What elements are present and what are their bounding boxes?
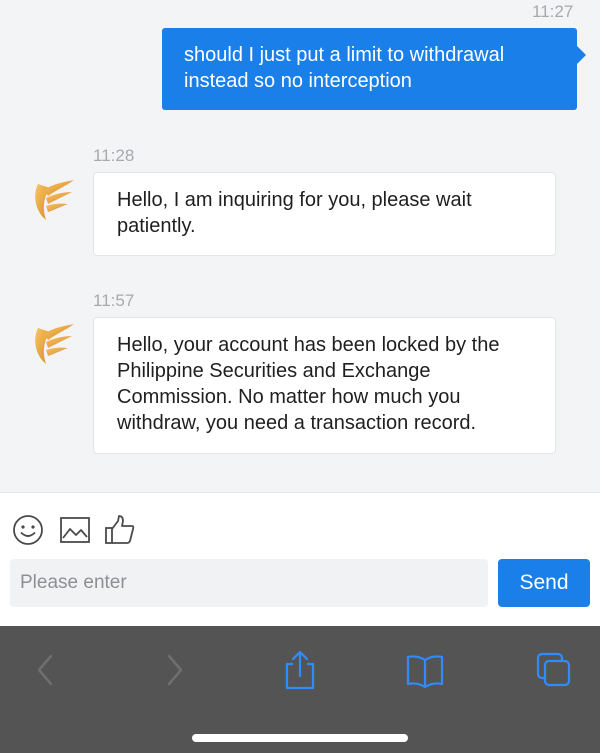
forward-icon[interactable] bbox=[155, 648, 195, 692]
message-composer: Send bbox=[0, 492, 600, 626]
outgoing-message-bubble: should I just put a limit to withdrawal … bbox=[162, 28, 586, 110]
message-time: 11:28 bbox=[93, 146, 135, 165]
thumbs-up-icon[interactable] bbox=[103, 513, 137, 547]
agent-avatar-icon bbox=[35, 180, 74, 220]
message-text: Hello, I am inquiring for you, please wa… bbox=[117, 189, 472, 237]
share-icon[interactable] bbox=[280, 648, 320, 692]
bookmarks-icon[interactable] bbox=[405, 648, 445, 692]
send-button[interactable]: Send bbox=[498, 559, 590, 607]
chat-area: 11:27 should I just put a limit to withd… bbox=[0, 0, 600, 492]
browser-toolbar bbox=[0, 626, 600, 753]
back-icon[interactable] bbox=[25, 648, 65, 692]
tabs-icon[interactable] bbox=[534, 648, 574, 692]
message-text: Hello, your account has been locked by t… bbox=[117, 334, 500, 434]
image-icon[interactable] bbox=[58, 513, 92, 547]
agent-avatar-icon bbox=[35, 324, 74, 364]
message-input[interactable] bbox=[10, 559, 488, 607]
message-time: 11:27 bbox=[532, 2, 574, 21]
home-indicator bbox=[192, 734, 408, 742]
emoji-icon[interactable] bbox=[11, 513, 45, 547]
message-text: should I just put a limit to withdrawal … bbox=[184, 44, 505, 92]
incoming-message-bubble: Hello, your account has been locked by t… bbox=[93, 317, 556, 454]
incoming-message-bubble: Hello, I am inquiring for you, please wa… bbox=[93, 172, 556, 256]
message-time: 11:57 bbox=[93, 291, 135, 310]
